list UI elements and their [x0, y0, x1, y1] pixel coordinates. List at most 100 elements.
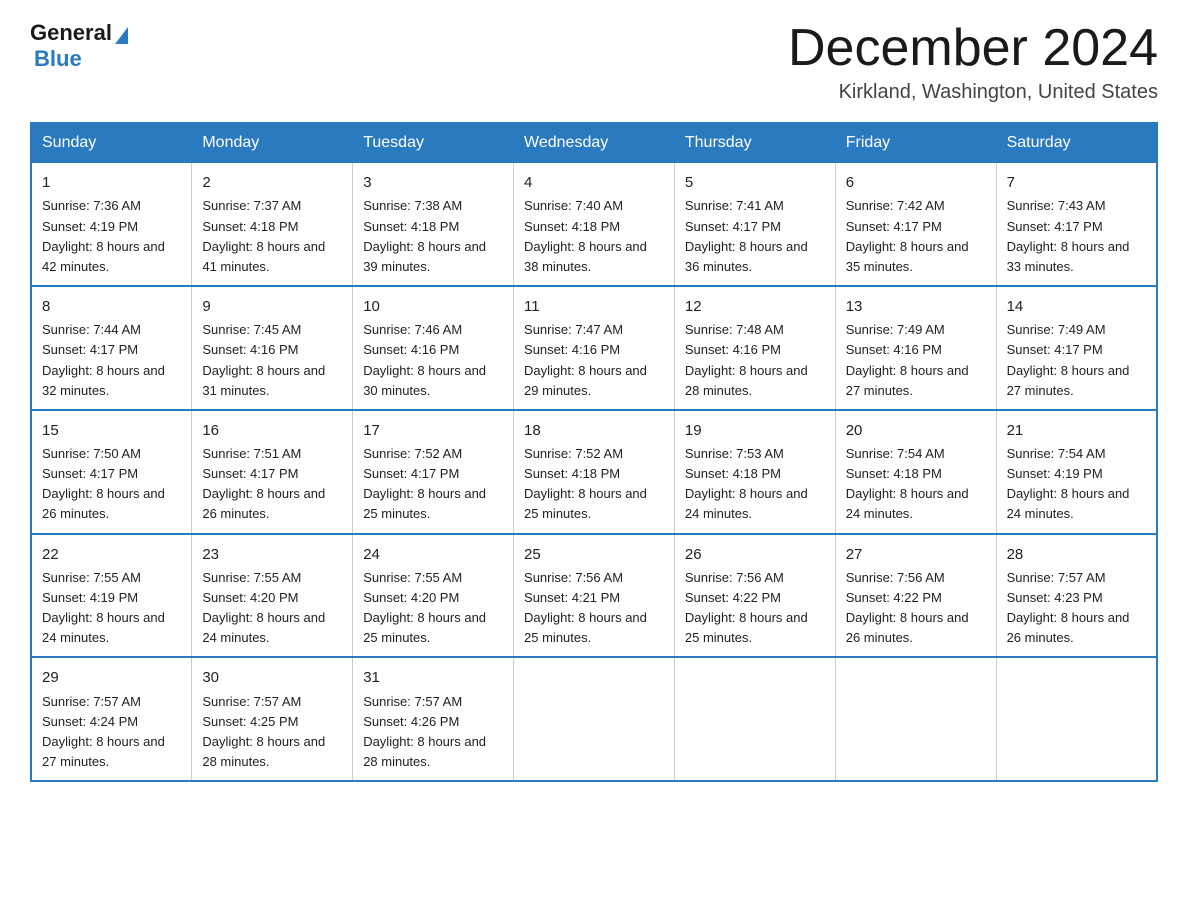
- day-detail: Sunrise: 7:37 AMSunset: 4:18 PMDaylight:…: [202, 198, 325, 273]
- calendar-day-cell: 21Sunrise: 7:54 AMSunset: 4:19 PMDayligh…: [996, 410, 1157, 534]
- page-header: General Blue December 2024 Kirkland, Was…: [30, 20, 1158, 104]
- location-subtitle: Kirkland, Washington, United States: [788, 81, 1158, 104]
- calendar-day-cell: 23 Sunrise: 7:55 AMSunset: 4:20 PMDayligh…: [192, 534, 353, 658]
- calendar-week-row: 29 Sunrise: 7:57 AMSunset: 4:24 PMDayligh…: [31, 657, 1157, 781]
- day-detail: Sunrise: 7:53 AMSunset: 4:18 PMDaylight:…: [685, 446, 808, 521]
- calendar-day-cell: 27 Sunrise: 7:56 AMSunset: 4:22 PMDayligh…: [835, 534, 996, 658]
- calendar-day-cell: [674, 657, 835, 781]
- day-detail: Sunrise: 7:44 AMSunset: 4:17 PMDaylight:…: [42, 322, 165, 397]
- day-number: 14: [1007, 295, 1146, 318]
- day-detail: Sunrise: 7:57 AMSunset: 4:25 PMDaylight:…: [202, 694, 325, 769]
- logo-general-text: General: [30, 20, 112, 46]
- calendar-day-cell: 10Sunrise: 7:46 AMSunset: 4:16 PMDayligh…: [353, 286, 514, 410]
- day-number: 4: [524, 171, 664, 194]
- calendar-day-cell: 6 Sunrise: 7:42 AMSunset: 4:17 PMDaylight…: [835, 163, 996, 286]
- calendar-day-cell: 18Sunrise: 7:52 AMSunset: 4:18 PMDayligh…: [514, 410, 675, 534]
- calendar-day-cell: 5Sunrise: 7:41 AMSunset: 4:17 PMDaylight…: [674, 163, 835, 286]
- day-number: 12: [685, 295, 825, 318]
- day-number: 30: [202, 666, 342, 689]
- calendar-day-cell: 3Sunrise: 7:38 AMSunset: 4:18 PMDaylight…: [353, 163, 514, 286]
- day-number: 28: [1007, 543, 1146, 566]
- day-detail: Sunrise: 7:56 AMSunset: 4:22 PMDaylight:…: [846, 570, 969, 645]
- day-detail: Sunrise: 7:52 AMSunset: 4:17 PMDaylight:…: [363, 446, 486, 521]
- calendar-day-cell: 20 Sunrise: 7:54 AMSunset: 4:18 PMDayligh…: [835, 410, 996, 534]
- calendar-day-cell: [835, 657, 996, 781]
- calendar-day-cell: 29 Sunrise: 7:57 AMSunset: 4:24 PMDayligh…: [31, 657, 192, 781]
- calendar-day-cell: 2 Sunrise: 7:37 AMSunset: 4:18 PMDaylight…: [192, 163, 353, 286]
- day-detail: Sunrise: 7:50 AMSunset: 4:17 PMDaylight:…: [42, 446, 165, 521]
- calendar-day-cell: 31Sunrise: 7:57 AMSunset: 4:26 PMDayligh…: [353, 657, 514, 781]
- day-number: 9: [202, 295, 342, 318]
- day-detail: Sunrise: 7:47 AMSunset: 4:16 PMDaylight:…: [524, 322, 647, 397]
- calendar-day-header: Friday: [835, 123, 996, 163]
- header-right: December 2024 Kirkland, Washington, Unit…: [788, 20, 1158, 104]
- day-number: 7: [1007, 171, 1146, 194]
- calendar-table: SundayMondayTuesdayWednesdayThursdayFrid…: [30, 122, 1158, 782]
- logo-blue-text: Blue: [34, 46, 82, 72]
- calendar-day-cell: 14 Sunrise: 7:49 AMSunset: 4:17 PMDayligh…: [996, 286, 1157, 410]
- logo: General Blue: [30, 20, 128, 72]
- day-number: 27: [846, 543, 986, 566]
- calendar-day-cell: 15Sunrise: 7:50 AMSunset: 4:17 PMDayligh…: [31, 410, 192, 534]
- day-detail: Sunrise: 7:54 AMSunset: 4:18 PMDaylight:…: [846, 446, 969, 521]
- day-detail: Sunrise: 7:55 AMSunset: 4:19 PMDaylight:…: [42, 570, 165, 645]
- calendar-day-cell: [514, 657, 675, 781]
- calendar-day-cell: 16 Sunrise: 7:51 AMSunset: 4:17 PMDayligh…: [192, 410, 353, 534]
- calendar-day-cell: 17 Sunrise: 7:52 AMSunset: 4:17 PMDayligh…: [353, 410, 514, 534]
- calendar-day-cell: 13Sunrise: 7:49 AMSunset: 4:16 PMDayligh…: [835, 286, 996, 410]
- day-number: 24: [363, 543, 503, 566]
- day-detail: Sunrise: 7:51 AMSunset: 4:17 PMDaylight:…: [202, 446, 325, 521]
- day-detail: Sunrise: 7:48 AMSunset: 4:16 PMDaylight:…: [685, 322, 808, 397]
- day-detail: Sunrise: 7:56 AMSunset: 4:22 PMDaylight:…: [685, 570, 808, 645]
- day-detail: Sunrise: 7:42 AMSunset: 4:17 PMDaylight:…: [846, 198, 969, 273]
- day-number: 11: [524, 295, 664, 318]
- day-number: 25: [524, 543, 664, 566]
- calendar-day-cell: 11 Sunrise: 7:47 AMSunset: 4:16 PMDayligh…: [514, 286, 675, 410]
- day-number: 29: [42, 666, 181, 689]
- calendar-day-cell: 9 Sunrise: 7:45 AMSunset: 4:16 PMDaylight…: [192, 286, 353, 410]
- month-title: December 2024: [788, 20, 1158, 77]
- day-detail: Sunrise: 7:41 AMSunset: 4:17 PMDaylight:…: [685, 198, 808, 273]
- day-detail: Sunrise: 7:57 AMSunset: 4:26 PMDaylight:…: [363, 694, 486, 769]
- day-detail: Sunrise: 7:43 AMSunset: 4:17 PMDaylight:…: [1007, 198, 1130, 273]
- day-number: 16: [202, 419, 342, 442]
- calendar-day-header: Monday: [192, 123, 353, 163]
- calendar-day-header: Thursday: [674, 123, 835, 163]
- calendar-day-cell: 24 Sunrise: 7:55 AMSunset: 4:20 PMDayligh…: [353, 534, 514, 658]
- calendar-day-cell: 19 Sunrise: 7:53 AMSunset: 4:18 PMDayligh…: [674, 410, 835, 534]
- day-number: 6: [846, 171, 986, 194]
- calendar-day-cell: 30 Sunrise: 7:57 AMSunset: 4:25 PMDayligh…: [192, 657, 353, 781]
- calendar-day-cell: 12 Sunrise: 7:48 AMSunset: 4:16 PMDayligh…: [674, 286, 835, 410]
- day-number: 17: [363, 419, 503, 442]
- day-detail: Sunrise: 7:49 AMSunset: 4:17 PMDaylight:…: [1007, 322, 1130, 397]
- calendar-day-header: Wednesday: [514, 123, 675, 163]
- day-number: 23: [202, 543, 342, 566]
- calendar-week-row: 22 Sunrise: 7:55 AMSunset: 4:19 PMDayligh…: [31, 534, 1157, 658]
- calendar-day-cell: 7 Sunrise: 7:43 AMSunset: 4:17 PMDaylight…: [996, 163, 1157, 286]
- logo-triangle-icon: [115, 27, 128, 44]
- day-number: 2: [202, 171, 342, 194]
- day-number: 20: [846, 419, 986, 442]
- day-detail: Sunrise: 7:55 AMSunset: 4:20 PMDaylight:…: [363, 570, 486, 645]
- calendar-day-cell: [996, 657, 1157, 781]
- day-number: 22: [42, 543, 181, 566]
- calendar-day-header: Tuesday: [353, 123, 514, 163]
- calendar-day-header: Sunday: [31, 123, 192, 163]
- day-number: 13: [846, 295, 986, 318]
- calendar-week-row: 8Sunrise: 7:44 AMSunset: 4:17 PMDaylight…: [31, 286, 1157, 410]
- day-detail: Sunrise: 7:45 AMSunset: 4:16 PMDaylight:…: [202, 322, 325, 397]
- day-detail: Sunrise: 7:57 AMSunset: 4:23 PMDaylight:…: [1007, 570, 1130, 645]
- day-number: 18: [524, 419, 664, 442]
- day-detail: Sunrise: 7:54 AMSunset: 4:19 PMDaylight:…: [1007, 446, 1130, 521]
- calendar-header-row: SundayMondayTuesdayWednesdayThursdayFrid…: [31, 123, 1157, 163]
- day-number: 10: [363, 295, 503, 318]
- day-number: 26: [685, 543, 825, 566]
- day-detail: Sunrise: 7:38 AMSunset: 4:18 PMDaylight:…: [363, 198, 486, 273]
- calendar-day-cell: 28 Sunrise: 7:57 AMSunset: 4:23 PMDayligh…: [996, 534, 1157, 658]
- day-number: 19: [685, 419, 825, 442]
- calendar-week-row: 15Sunrise: 7:50 AMSunset: 4:17 PMDayligh…: [31, 410, 1157, 534]
- day-detail: Sunrise: 7:57 AMSunset: 4:24 PMDaylight:…: [42, 694, 165, 769]
- day-detail: Sunrise: 7:56 AMSunset: 4:21 PMDaylight:…: [524, 570, 647, 645]
- day-detail: Sunrise: 7:55 AMSunset: 4:20 PMDaylight:…: [202, 570, 325, 645]
- calendar-day-cell: 4Sunrise: 7:40 AMSunset: 4:18 PMDaylight…: [514, 163, 675, 286]
